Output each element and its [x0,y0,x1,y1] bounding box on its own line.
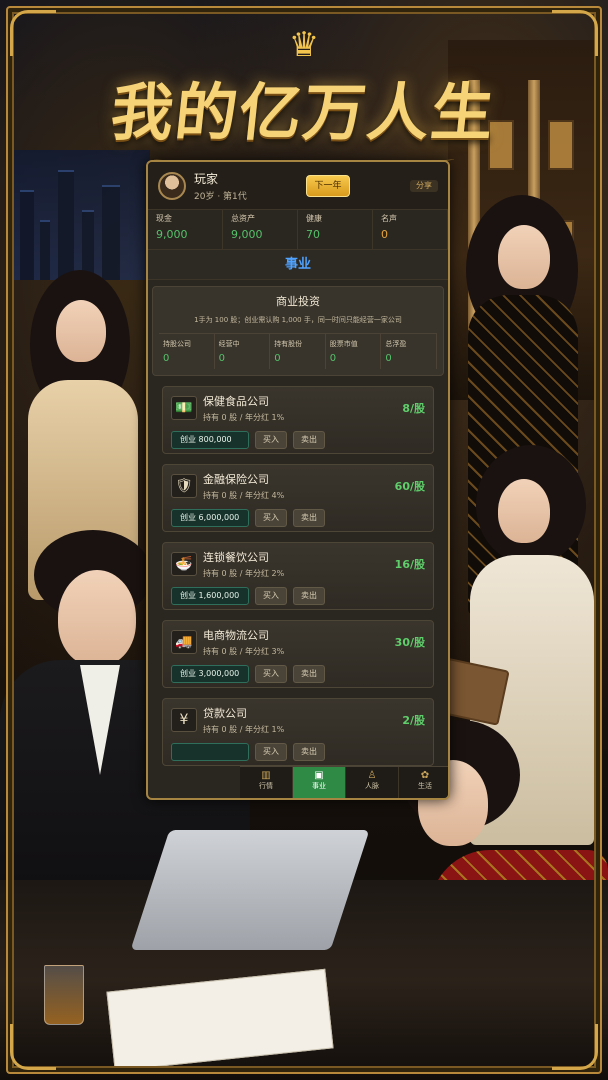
money-icon: 💵 [171,396,197,420]
tab-market[interactable]: ▥ 行情 [240,767,293,798]
tab-connections[interactable]: ♙ 人脉 [346,767,399,798]
sell-button[interactable]: 卖出 [293,509,325,527]
food-bowl-icon: 🍜 [171,552,197,576]
sell-button[interactable]: 卖出 [293,743,325,761]
company-share-price: 30/股 [394,636,425,649]
sell-button[interactable]: 卖出 [293,431,325,449]
invest-stat-profit: 总浮盈 0 [381,334,437,369]
player-age-generation: 20岁 · 第1代 [194,191,247,202]
truck-icon: 🚚 [171,630,197,654]
company-name: 连锁餐饮公司 [203,551,269,564]
found-company-button[interactable]: 创业 3,000,000 [171,665,249,683]
company-name: 电商物流公司 [203,629,269,642]
company-share-price: 16/股 [394,558,425,571]
investment-stats: 持股公司 0 经营中 0 持有股份 0 股票市值 0 总浮盈 0 [159,333,437,369]
company-holding: 持有 0 股 / 年分红 4% [203,491,285,500]
section-title: 事业 [148,250,448,280]
briefcase-icon: ▣ [314,770,324,781]
sell-button[interactable]: 卖出 [293,587,325,605]
list-item: 🍜 连锁餐饮公司 持有 0 股 / 年分红 2% 16/股 创业 1,600,0… [162,542,434,610]
invest-stat-shares: 持有股份 0 [270,334,326,369]
title-logo: ♛ 我的亿万人生 [0,28,608,164]
buy-button[interactable]: 买入 [255,665,287,683]
chart-icon: ▥ [261,770,271,781]
found-company-button[interactable] [171,743,249,761]
buy-button[interactable]: 买入 [255,431,287,449]
bottom-nav: ▥ 行情 ▣ 事业 ♙ 人脉 ✿ 生活 [240,766,448,798]
company-holding: 持有 0 股 / 年分红 1% [203,725,285,734]
company-holding: 持有 0 股 / 年分红 2% [203,569,285,578]
crown-icon: ♛ [288,25,320,65]
company-share-price: 2/股 [402,714,425,727]
tab-life[interactable]: ✿ 生活 [399,767,448,798]
company-name: 保健食品公司 [203,395,269,408]
company-name: 贷款公司 [203,707,247,720]
investment-title: 商业投资 [276,295,320,308]
company-list: 💵 保健食品公司 持有 0 股 / 年分红 1% 8/股 创业 800,000 … [148,376,448,766]
investment-note: 1手为 100 股；创业需认购 1,000 手，同一时间只能经营一家公司 [194,316,402,324]
list-item: 🛡 金融保险公司 持有 0 股 / 年分红 4% 60/股 创业 6,000,0… [162,464,434,532]
sell-button[interactable]: 卖出 [293,665,325,683]
buy-button[interactable]: 买入 [255,587,287,605]
player-name: 玩家 [194,171,219,186]
tab-career[interactable]: ▣ 事业 [293,767,346,798]
invest-stat-companies: 持股公司 0 [159,334,215,369]
player-info: 玩家 20岁 · 第1代 [194,170,306,202]
found-company-button[interactable]: 创业 1,600,000 [171,587,249,605]
list-item: 🚚 电商物流公司 持有 0 股 / 年分红 3% 30/股 创业 3,000,0… [162,620,434,688]
game-title: 我的亿万人生 [107,76,500,149]
shield-icon: 🛡 [171,474,197,498]
player-header: 玩家 20岁 · 第1代 下一年 分享 [148,162,448,210]
laptop-prop [130,830,370,950]
company-holding: 持有 0 股 / 年分红 1% [203,413,285,422]
investment-summary: 商业投资 1手为 100 股；创业需认购 1,000 手，同一时间只能经营一家公… [152,286,444,376]
game-panel: 玩家 20岁 · 第1代 下一年 分享 现金 9,000 总资产 9,000 健… [146,160,450,800]
stats-bar: 现金 9,000 总资产 9,000 健康 70 名声 0 [148,210,448,250]
avatar[interactable] [158,171,186,200]
buy-button[interactable]: 买入 [255,743,287,761]
people-icon: ♙ [367,770,377,781]
leaf-icon: ✿ [420,770,430,781]
company-share-price: 8/股 [402,402,425,415]
invest-stat-market-value: 股票市值 0 [326,334,382,369]
stat-cash: 现金 9,000 [148,210,223,249]
company-holding: 持有 0 股 / 年分红 3% [203,647,285,656]
list-item: ¥ 贷款公司 持有 0 股 / 年分红 1% 2/股 买入 卖出 [162,698,434,766]
list-item: 💵 保健食品公司 持有 0 股 / 年分红 1% 8/股 创业 800,000 … [162,386,434,454]
next-year-button[interactable]: 下一年 [306,174,350,197]
found-company-button[interactable]: 创业 6,000,000 [171,509,249,527]
stat-total-assets: 总资产 9,000 [223,210,298,249]
stat-fame: 名声 0 [373,210,448,249]
share-badge-icon[interactable]: 分享 [410,179,438,192]
whiskey-glass-prop [44,965,84,1025]
company-name: 金融保险公司 [203,473,269,486]
invest-stat-operating: 经营中 0 [215,334,271,369]
buy-button[interactable]: 买入 [255,509,287,527]
company-share-price: 60/股 [394,480,425,493]
found-company-button[interactable]: 创业 800,000 [171,431,249,449]
loan-icon: ¥ [171,708,197,732]
city-skyline [10,150,150,280]
stat-health: 健康 70 [298,210,373,249]
